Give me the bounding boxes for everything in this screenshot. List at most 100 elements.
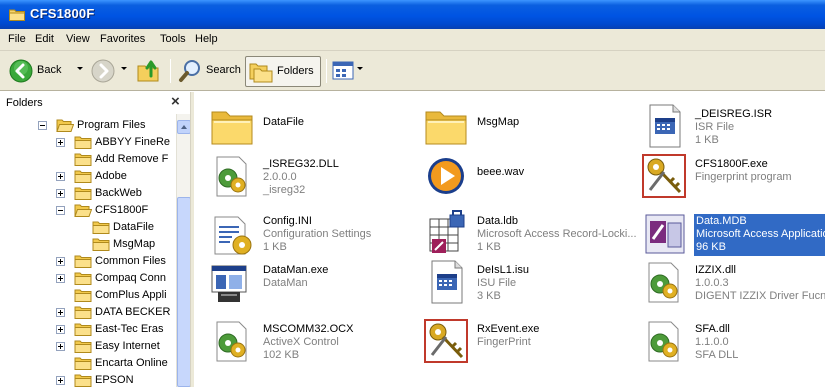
expand-icon[interactable]	[56, 376, 65, 385]
file-item[interactable]: IZZIX.dll 1.0.0.3 DIGENT IZZIX Driver Fucn…	[640, 258, 825, 306]
toolbar-separator	[326, 59, 327, 83]
file-item[interactable]: DataMan.exe DataMan	[208, 258, 418, 306]
file-details: MsgMap	[477, 116, 519, 129]
tree-item[interactable]: Common Files	[0, 253, 176, 271]
folder-icon	[74, 289, 92, 302]
file-details: IZZIX.dll 1.0.0.3 DIGENT IZZIX Driver Fucn…	[695, 264, 825, 303]
menu-file[interactable]: File	[8, 33, 26, 45]
search-icon[interactable]	[178, 58, 204, 84]
file-name: DeIsL1.isu	[477, 264, 529, 276]
file-item[interactable]: Data.MDB Microsoft Access Application 96 K…	[640, 209, 825, 257]
expand-icon[interactable]	[56, 325, 65, 334]
tree-item[interactable]: DATA BECKER	[0, 304, 176, 322]
file-name: Data.MDB	[696, 215, 747, 227]
file-item[interactable]: beee.wav	[422, 152, 632, 200]
file-detail-line: 2.0.0.0	[263, 171, 297, 183]
expand-icon[interactable]	[56, 274, 65, 283]
folders-pane-title: Folders	[6, 97, 43, 109]
views-dropdown-icon[interactable]	[357, 67, 363, 70]
file-details: _ISREG32.DLL 2.0.0.0 _isreg32	[263, 158, 339, 197]
title-bar: CFS1800F	[0, 0, 825, 29]
file-item[interactable]: Data.ldb Microsoft Access Record-Locki...…	[422, 209, 637, 257]
file-detail-line: ISU File	[477, 277, 517, 289]
folder-icon	[74, 255, 92, 268]
file-details: CFS1800F.exe Fingerprint program	[695, 158, 792, 184]
back-dropdown-icon[interactable]	[77, 67, 83, 70]
back-button[interactable]: Back	[37, 64, 61, 76]
tree-item[interactable]: Add Remove F	[0, 151, 176, 169]
expand-icon[interactable]	[56, 189, 65, 198]
tree-item[interactable]: CFS1800F	[0, 202, 176, 220]
folder-tree-scrollbar[interactable]	[176, 114, 191, 387]
forward-dropdown-icon[interactable]	[121, 67, 127, 70]
file-details: Data.MDB Microsoft Access Application 96 K…	[694, 214, 825, 256]
menu-view[interactable]: View	[66, 33, 90, 45]
file-detail-line: _isreg32	[263, 184, 306, 196]
tree-item[interactable]: DataFile	[0, 219, 176, 237]
up-folder-icon[interactable]	[136, 58, 162, 84]
forward-arrow-icon[interactable]	[91, 59, 115, 83]
tree-item-label: Program Files	[77, 119, 146, 131]
file-details: DataMan.exe DataMan	[263, 264, 328, 290]
expand-icon[interactable]	[56, 172, 65, 181]
file-item[interactable]: RxEvent.exe FingerPrint	[422, 317, 632, 365]
file-details: DeIsL1.isu ISU File 3 KB	[477, 264, 529, 303]
toolbar-separator	[170, 59, 171, 83]
menu-bar: File Edit View Favorites Tools Help	[0, 29, 825, 51]
file-item[interactable]: SFA.dll 1.1.0.0 SFA DLL	[640, 317, 820, 365]
folders-button[interactable]: Folders	[245, 56, 321, 87]
file-name: SFA.dll	[695, 323, 730, 335]
expand-icon[interactable]	[56, 308, 65, 317]
file-item[interactable]: DeIsL1.isu ISU File 3 KB	[422, 258, 632, 306]
tree-item[interactable]: ComPlus Appli	[0, 287, 176, 305]
back-arrow-icon[interactable]	[9, 59, 33, 83]
file-item[interactable]: Config.INI Configuration Settings 1 KB	[208, 209, 418, 257]
file-name: MsgMap	[477, 116, 520, 128]
tree-item[interactable]: Program Files	[0, 117, 176, 135]
search-button[interactable]: Search	[206, 64, 241, 76]
tree-item[interactable]: Adobe	[0, 168, 176, 186]
folders-pane-header: Folders ×	[0, 92, 189, 114]
collapse-icon[interactable]	[38, 121, 47, 130]
file-name: beee.wav	[477, 166, 525, 178]
scrollbar-thumb[interactable]	[177, 197, 191, 387]
tree-item[interactable]: MsgMap	[0, 236, 176, 254]
menu-help[interactable]: Help	[195, 33, 218, 45]
file-name: MSCOMM32.OCX	[263, 323, 354, 335]
tree-item[interactable]: ABBYY FineRe	[0, 134, 176, 152]
isu-file-icon	[431, 260, 463, 304]
menu-tools[interactable]: Tools	[160, 33, 186, 45]
close-icon[interactable]: ×	[171, 93, 180, 110]
tree-item[interactable]: Compaq Conn	[0, 270, 176, 288]
expand-icon[interactable]	[56, 257, 65, 266]
views-icon[interactable]	[332, 60, 354, 82]
file-name: DataMan.exe	[263, 264, 329, 276]
menu-edit[interactable]: Edit	[35, 33, 54, 45]
tree-item-label: MsgMap	[113, 238, 156, 250]
file-name: Data.ldb	[477, 215, 518, 227]
expand-icon[interactable]	[56, 138, 65, 147]
file-item[interactable]: DataFile	[208, 102, 418, 150]
file-item[interactable]: CFS1800F.exe Fingerprint program	[640, 152, 820, 200]
file-detail-line: 1 KB	[263, 241, 287, 253]
collapse-icon[interactable]	[56, 206, 65, 215]
dll-icon	[216, 156, 247, 197]
tree-item[interactable]: EPSON	[0, 372, 176, 387]
menu-favorites[interactable]: Favorites	[100, 33, 145, 45]
file-name: _ISREG32.DLL	[263, 158, 339, 170]
file-details: _DEISREG.ISR ISR File 1 KB	[695, 108, 772, 147]
file-item[interactable]: _DEISREG.ISR ISR File 1 KB	[640, 102, 820, 150]
file-item[interactable]: MSCOMM32.OCX ActiveX Control 102 KB	[208, 317, 418, 365]
tree-item-label: Encarta Online	[95, 357, 168, 369]
tree-item[interactable]: Easy Internet	[0, 338, 176, 356]
tree-item[interactable]: BackWeb	[0, 185, 176, 203]
tree-item[interactable]: East-Tec Eras	[0, 321, 176, 339]
folder-icon	[74, 357, 92, 370]
expand-icon[interactable]	[56, 342, 65, 351]
tree-item[interactable]: Encarta Online	[0, 355, 176, 373]
file-item[interactable]: _ISREG32.DLL 2.0.0.0 _isreg32	[208, 152, 418, 200]
file-detail-line: Microsoft Access Application	[696, 228, 825, 240]
scroll-up-icon[interactable]	[177, 120, 191, 134]
file-item[interactable]: MsgMap	[422, 102, 632, 150]
folder-tree: Program Files ABBYY FineRe Add Remove F Ado…	[0, 114, 176, 387]
